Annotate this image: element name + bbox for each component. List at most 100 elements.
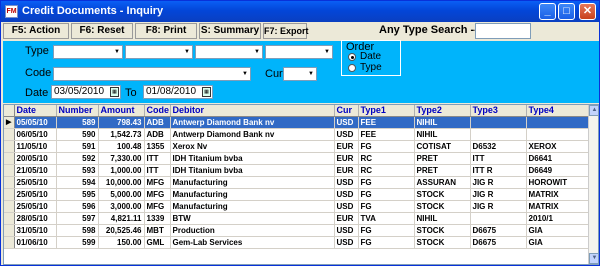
cell-type1[interactable]: FG (358, 224, 415, 237)
cell-type4[interactable]: 2010/1 (526, 212, 589, 225)
cell-code[interactable]: ITT (144, 164, 171, 177)
print-button[interactable]: F8: Print (135, 23, 197, 39)
cell-type2[interactable]: STOCK (414, 224, 471, 237)
table-row[interactable]: 25/05/10 594 10,000.00 MFG Manufacturing USD F… (4, 176, 589, 189)
cell-amount[interactable]: 7,330.00 (98, 152, 145, 165)
cell-type3[interactable]: ITT (470, 152, 527, 165)
cell-type4[interactable] (526, 128, 589, 141)
type3-combo[interactable]: ▼ (195, 45, 263, 59)
cell-type2[interactable]: STOCK (414, 188, 471, 201)
vertical-scrollbar[interactable]: ▲ ▼ (588, 105, 598, 264)
cell-cur[interactable]: USD (334, 116, 359, 129)
cell-amount[interactable]: 150.00 (98, 236, 145, 249)
cell-debitor[interactable]: Antwerp Diamond Bank nv (170, 128, 335, 141)
cell-type4[interactable] (526, 116, 589, 129)
cell-type2[interactable]: PRET (414, 152, 471, 165)
title-bar[interactable]: FM Credit Documents - Inquiry _ □ ✕ (1, 1, 599, 22)
cell-type2[interactable]: PRET (414, 164, 471, 177)
cell-type1[interactable]: RC (358, 164, 415, 177)
table-row[interactable]: 21/05/10 593 1,000.00 ITT IDH Titanium bvba E… (4, 164, 589, 177)
table-row[interactable]: 28/05/10 597 4,821.11 1339 BTW EUR TVA NIHIL 201… (4, 212, 589, 225)
chevron-down-icon[interactable]: ▼ (252, 46, 262, 58)
cell-type1[interactable]: FG (358, 176, 415, 189)
date-to-field[interactable]: 01/08/2010 ▦ (143, 85, 213, 99)
cell-debitor[interactable]: Gem-Lab Services (170, 236, 335, 249)
cell-type1[interactable]: FEE (358, 128, 415, 141)
cell-debitor[interactable]: IDH Titanium bvba (170, 164, 335, 177)
cell-cur[interactable]: EUR (334, 152, 359, 165)
cell-code[interactable]: 1355 (144, 140, 171, 153)
code-combo[interactable]: ▼ (53, 67, 251, 81)
cell-type3[interactable]: D6532 (470, 140, 527, 153)
table-row[interactable]: 31/05/10 598 20,525.46 MBT Production USD FG ST… (4, 224, 589, 237)
cell-date[interactable]: 01/06/10 (14, 236, 57, 249)
cell-type4[interactable]: MATRIX (526, 188, 589, 201)
cell-debitor[interactable]: Manufacturing (170, 200, 335, 213)
cell-type3[interactable]: ITT R (470, 164, 527, 177)
cell-number[interactable]: 591 (56, 140, 99, 153)
table-row[interactable]: 06/05/10 590 1,542.73 ADB Antwerp Diamond Ba… (4, 128, 589, 141)
close-button[interactable]: ✕ (579, 3, 596, 20)
export-button[interactable]: F7: Export (263, 23, 309, 39)
table-row[interactable]: 20/05/10 592 7,330.00 ITT IDH Titanium bvba E… (4, 152, 589, 165)
cell-date[interactable]: 21/05/10 (14, 164, 57, 177)
cell-date[interactable]: 28/05/10 (14, 212, 57, 225)
reset-button[interactable]: F6: Reset (71, 23, 133, 39)
column-header-number[interactable]: Number (56, 105, 99, 117)
cell-cur[interactable]: EUR (334, 140, 359, 153)
column-header-code[interactable]: Code (144, 105, 171, 117)
cell-type4[interactable]: GIA (526, 236, 589, 249)
cell-type1[interactable]: RC (358, 152, 415, 165)
cell-cur[interactable]: EUR (334, 212, 359, 225)
column-header-type1[interactable]: Type1 (358, 105, 415, 117)
currency-combo[interactable]: ▼ (283, 67, 317, 81)
cell-type1[interactable]: FG (358, 188, 415, 201)
table-row[interactable]: ▶ 05/05/10 589 798.43 ADB Antwerp Diamond Ban… (4, 116, 589, 129)
cell-debitor[interactable]: Antwerp Diamond Bank nv (170, 116, 335, 129)
cell-date[interactable]: 25/05/10 (14, 188, 57, 201)
column-header-type3[interactable]: Type3 (470, 105, 527, 117)
cell-type3[interactable]: JIG R (470, 200, 527, 213)
cell-type4[interactable]: MATRIX (526, 200, 589, 213)
cell-type2[interactable]: NIHIL (414, 116, 471, 129)
type1-combo[interactable]: ▼ (53, 45, 123, 59)
action-button[interactable]: F5: Action (3, 23, 69, 39)
cell-type2[interactable]: STOCK (414, 236, 471, 249)
cell-cur[interactable]: USD (334, 224, 359, 237)
cell-code[interactable]: MFG (144, 200, 171, 213)
cell-date[interactable]: 11/05/10 (14, 140, 57, 153)
cell-date[interactable]: 25/05/10 (14, 176, 57, 189)
cell-type2[interactable]: COTISAT (414, 140, 471, 153)
column-header-type4[interactable]: Type4 (526, 105, 589, 117)
date-from-field[interactable]: 03/05/2010 ▦ (51, 85, 121, 99)
maximize-button[interactable]: □ (558, 3, 575, 20)
table-row[interactable]: 11/05/10 591 100.48 1355 Xerox Nv EUR FG COTISA… (4, 140, 589, 153)
cell-type3[interactable]: JIG R (470, 188, 527, 201)
cell-cur[interactable]: USD (334, 128, 359, 141)
cell-type1[interactable]: FG (358, 236, 415, 249)
cell-number[interactable]: 590 (56, 128, 99, 141)
cell-code[interactable]: MBT (144, 224, 171, 237)
cell-number[interactable]: 595 (56, 188, 99, 201)
cell-type3[interactable] (470, 128, 527, 141)
cell-type4[interactable]: XEROX (526, 140, 589, 153)
cell-amount[interactable]: 100.48 (98, 140, 145, 153)
cell-code[interactable]: ITT (144, 152, 171, 165)
chevron-down-icon[interactable]: ▼ (112, 46, 122, 58)
cell-type3[interactable]: D6675 (470, 224, 527, 237)
column-header-debitor[interactable]: Debitor (170, 105, 335, 117)
cell-amount[interactable]: 798.43 (98, 116, 145, 129)
cell-type1[interactable]: TVA (358, 212, 415, 225)
chevron-down-icon[interactable]: ▼ (322, 46, 332, 58)
cell-type1[interactable]: FG (358, 140, 415, 153)
cell-debitor[interactable]: Xerox Nv (170, 140, 335, 153)
cell-type3[interactable] (470, 212, 527, 225)
cell-date[interactable]: 25/05/10 (14, 200, 57, 213)
cell-number[interactable]: 599 (56, 236, 99, 249)
cell-type1[interactable]: FEE (358, 116, 415, 129)
cell-number[interactable]: 598 (56, 224, 99, 237)
cell-type4[interactable]: GIA (526, 224, 589, 237)
cell-type3[interactable]: JIG R (470, 176, 527, 189)
cell-debitor[interactable]: BTW (170, 212, 335, 225)
cell-number[interactable]: 593 (56, 164, 99, 177)
